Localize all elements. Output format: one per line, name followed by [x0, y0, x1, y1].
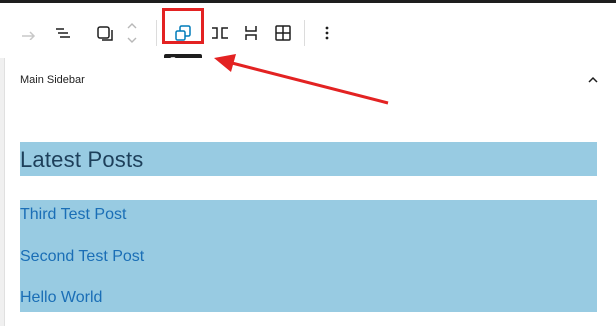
more-options-button[interactable] [314, 20, 340, 46]
row-button[interactable] [207, 20, 233, 46]
latest-posts-heading-block[interactable]: Latest Posts [20, 142, 597, 176]
latest-posts-heading: Latest Posts [20, 147, 144, 172]
select-parent-button[interactable] [92, 20, 118, 46]
redo-button[interactable] [16, 20, 42, 46]
block-toolbar [0, 3, 616, 58]
toolbar-divider [304, 20, 305, 46]
chevron-up-icon [588, 76, 598, 83]
move-up-down-button[interactable] [124, 17, 140, 49]
select-parent-icon [97, 26, 113, 41]
stack-icon [245, 26, 257, 40]
collapse-button[interactable] [583, 70, 603, 90]
annotation-highlight-box [162, 8, 204, 44]
move-up-down-icon [127, 23, 137, 43]
main-sidebar-panel: Main Sidebar Latest Posts Third Test Pos… [4, 58, 616, 326]
stack-button[interactable] [238, 20, 264, 46]
list-view-icon [56, 28, 70, 38]
list-view-button[interactable] [50, 20, 76, 46]
post-link[interactable]: Third Test Post [20, 206, 126, 224]
grid-button[interactable] [270, 20, 296, 46]
redo-icon [22, 31, 36, 40]
row-icon [212, 27, 228, 39]
latest-posts-list[interactable]: Third Test Post Second Test Post Hello W… [20, 200, 597, 312]
toolbar-divider [156, 20, 157, 46]
post-link[interactable]: Hello World [20, 289, 102, 307]
grid-icon [275, 25, 291, 41]
panel-header[interactable]: Main Sidebar [5, 58, 616, 108]
more-options-icon [325, 26, 329, 40]
panel-title: Main Sidebar [20, 74, 85, 86]
post-link[interactable]: Second Test Post [20, 248, 144, 266]
